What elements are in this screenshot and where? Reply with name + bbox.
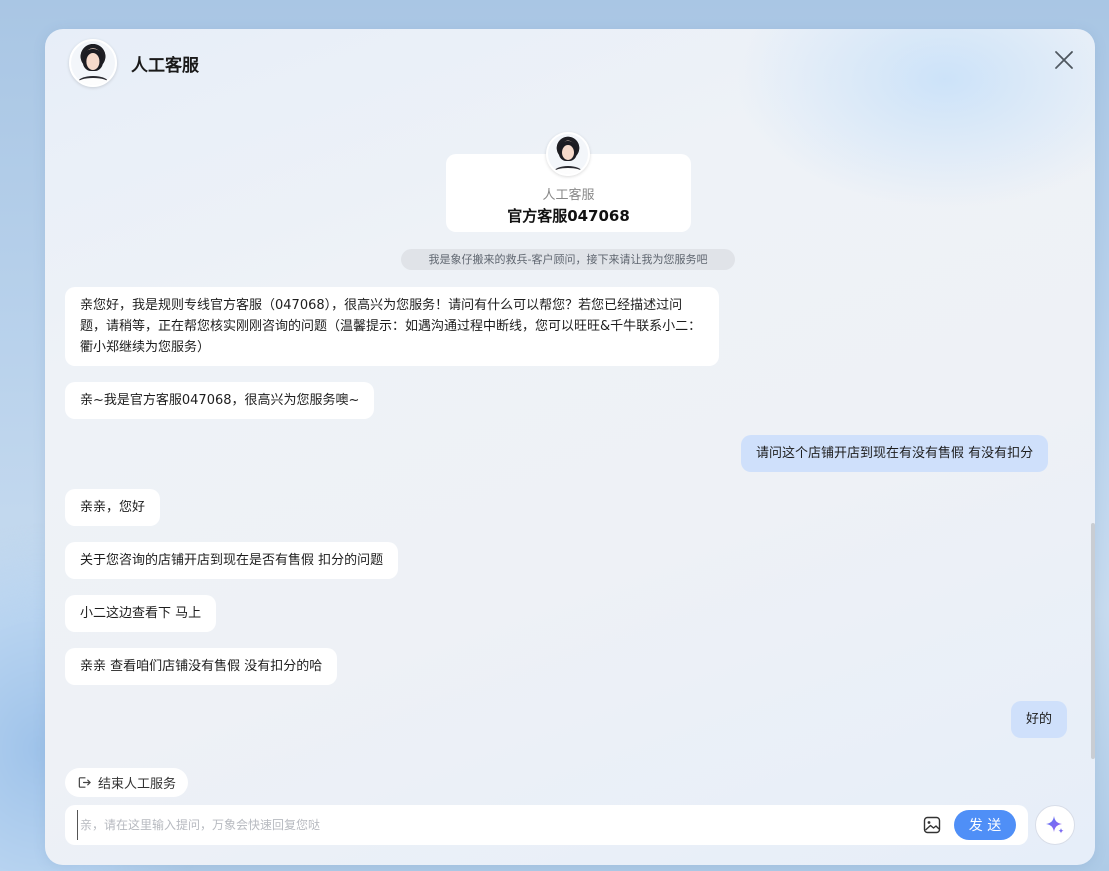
end-service-label: 结束人工服务 [98,777,177,792]
send-button[interactable]: 发 送 [954,810,1016,840]
agent-name: 官方客服047068 [507,207,630,225]
sparkle-icon [1046,816,1064,834]
agent-avatar [69,39,117,87]
exit-icon [78,777,91,788]
message-bubble-user: 请问这个店铺开店到现在有没有售假 有没有扣分 [741,435,1049,472]
close-icon [1055,51,1073,69]
chat-title: 人工客服 [131,55,199,76]
message-bubble-agent: 小二这边查看下 马上 [65,595,217,632]
scrollbar[interactable] [1091,523,1095,759]
message-bubble-agent: 亲您好，我是规则专线官方客服（047068），很高兴为您服务！请问有什么可以帮您… [65,287,719,366]
message-bubble-user: 好的 [1011,701,1068,738]
message-bubble-agent: 关于您咨询的店铺开店到现在是否有售假 扣分的问题 [65,542,399,579]
agent-card-avatar [546,132,590,176]
system-notice: 我是象仔搬来的救兵-客户顾问，接下来请让我为您服务吧 [401,249,735,270]
chat-window: 人工客服 人工客服 官方客服047068 我是象仔搬来的救兵-客户顾问，接下来请… [45,29,1095,865]
image-upload-icon[interactable] [922,815,942,835]
chat-header: 人工客服 [69,39,199,87]
close-button[interactable] [1053,49,1075,71]
agent-info-card: 人工客服 官方客服047068 [446,132,691,232]
message-input[interactable] [77,810,922,840]
message-bubble-agent: 亲~我是官方客服047068，很高兴为您服务噢~ [65,382,375,419]
message-bubble-agent: 亲亲，您好 [65,489,161,526]
end-service-button[interactable]: 结束人工服务 [65,768,189,797]
agent-role: 人工客服 [542,188,595,203]
message-input-bar: 发 送 [65,805,1028,845]
message-bubble-agent: 亲亲 查看咱们店铺没有售假 没有扣分的哈 [65,648,338,685]
ai-assistant-button[interactable] [1035,805,1075,845]
